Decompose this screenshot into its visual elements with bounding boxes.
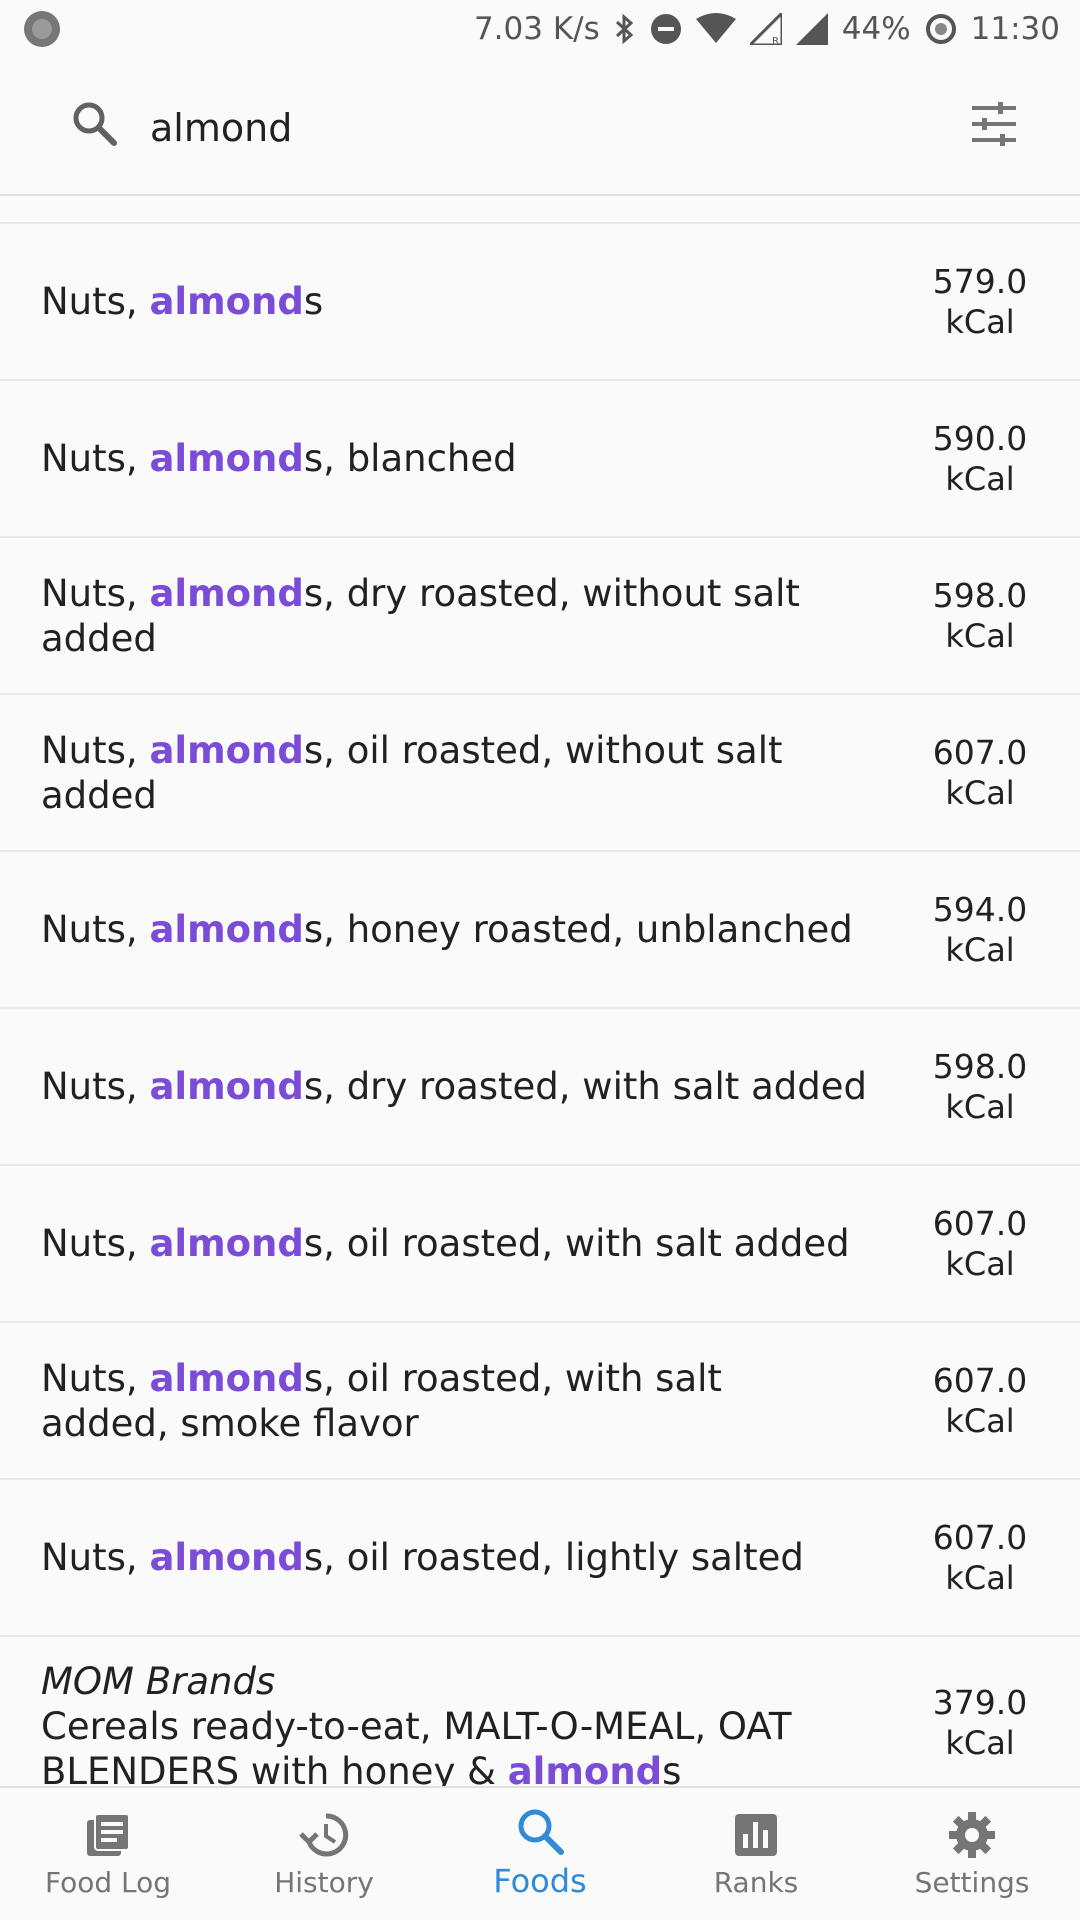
nav-ranks[interactable]: Ranks [648, 1788, 864, 1920]
kcal-value: 594.0 kCal [932, 889, 1028, 969]
match-highlight: almond [149, 1065, 304, 1108]
match-highlight: almond [149, 280, 304, 323]
bluetooth-icon [614, 13, 636, 45]
history-icon [299, 1810, 349, 1860]
search-bar [0, 58, 1080, 196]
nav-label: Settings [914, 1866, 1030, 1899]
match-highlight: almond [149, 908, 304, 951]
search-input[interactable] [150, 88, 930, 168]
food-name: Nuts, almonds, oil roasted, with salt ad… [41, 1356, 722, 1445]
nav-food-log[interactable]: Food Log [0, 1788, 216, 1920]
list-item[interactable]: Nuts, almonds 579.0 kCal [0, 224, 1080, 381]
results-list[interactable]: Nuts, almonds 579.0 kCal Nuts, almonds, b… [0, 196, 1080, 1786]
list-item[interactable]: Nuts, almonds, blanched 590.0 kCal [0, 381, 1080, 538]
food-name: Nuts, almonds, oil roasted, lightly salt… [41, 1536, 804, 1579]
nav-label: History [274, 1866, 374, 1899]
svg-text:R: R [772, 36, 779, 45]
kcal-value: 607.0 kCal [932, 1203, 1028, 1283]
search-icon [515, 1806, 565, 1856]
battery-icon [925, 13, 957, 45]
wifi-icon [695, 13, 736, 45]
kcal-value: 379.0 kCal [932, 1683, 1028, 1762]
screen-record-icon [24, 11, 60, 47]
kcal-value: 607.0 kCal [932, 1360, 1028, 1440]
match-highlight: almond [149, 728, 304, 772]
food-name: Nuts, almonds, oil roasted, with salt ad… [41, 1222, 850, 1265]
list-item[interactable]: Nuts, almonds, oil roasted, with salt ad… [0, 1323, 1080, 1480]
signal-roaming-icon: R [749, 13, 782, 45]
food-log-icon [83, 1810, 133, 1860]
filter-button[interactable] [964, 96, 1024, 156]
nav-settings[interactable]: Settings [864, 1788, 1080, 1920]
list-item[interactable]: Nuts, almonds, honey roasted, unblanched… [0, 852, 1080, 1009]
food-name: Nuts, almonds, honey roasted, unblanched [41, 908, 853, 951]
kcal-value: 607.0 kCal [932, 732, 1028, 812]
battery-percent: 44% [841, 11, 911, 47]
gear-icon [947, 1810, 997, 1860]
net-speed: 7.03 K/s [473, 11, 600, 47]
nav-foods[interactable]: Foods [432, 1788, 648, 1920]
food-name: Nuts, almonds, dry roasted, with salt ad… [41, 1065, 867, 1108]
kcal-value: 590.0 kCal [932, 418, 1028, 498]
list-item[interactable]: MOM Brands Cereals ready-to-eat, MALT-O-M… [0, 1637, 1080, 1786]
list-item[interactable]: Nuts, almonds, oil roasted, with salt ad… [0, 1166, 1080, 1323]
nav-label: Ranks [713, 1866, 799, 1899]
food-name: Nuts, almonds, dry roasted, without salt… [41, 571, 800, 660]
list-item[interactable]: Nuts, almonds, dry roasted, without salt… [0, 538, 1080, 695]
nav-label: Food Log [44, 1866, 172, 1899]
match-highlight: almond [149, 437, 304, 480]
nav-history[interactable]: History [216, 1788, 432, 1920]
nav-label: Foods [493, 1862, 587, 1900]
signal-icon [795, 13, 828, 45]
filter-sliders-icon [970, 102, 1018, 150]
bar-chart-icon [731, 1810, 781, 1860]
search-icon [70, 99, 118, 147]
match-highlight: almond [507, 1750, 663, 1786]
kcal-value: 598.0 kCal [932, 1046, 1028, 1126]
list-item[interactable]: Nuts, almonds, oil roasted, lightly salt… [0, 1480, 1080, 1637]
match-highlight: almond [149, 1536, 304, 1579]
clock: 11:30 [970, 11, 1060, 47]
list-item[interactable]: Nuts, almonds, dry roasted, with salt ad… [0, 1009, 1080, 1166]
kcal-value: 607.0 kCal [932, 1517, 1028, 1597]
list-item-partial [0, 196, 1080, 224]
match-highlight: almond [149, 1222, 304, 1265]
food-name: Nuts, almonds, blanched [41, 437, 517, 480]
status-bar: 7.03 K/s R 44% 11:30 [0, 0, 1080, 58]
match-highlight: almond [149, 571, 304, 615]
food-name: MOM Brands Cereals ready-to-eat, MALT-O-M… [41, 1659, 821, 1786]
food-name: Nuts, almonds, oil roasted, without salt… [41, 728, 783, 817]
match-highlight: almond [149, 1356, 304, 1400]
bottom-navigation: Food Log History Foods Ranks Settings [0, 1786, 1080, 1920]
do-not-disturb-icon [650, 13, 682, 45]
brand-name: MOM Brands [41, 1660, 276, 1703]
list-item[interactable]: Nuts, almonds, oil roasted, without salt… [0, 695, 1080, 852]
kcal-value: 579.0 kCal [932, 261, 1028, 341]
kcal-value: 598.0 kCal [932, 575, 1028, 655]
food-name: Nuts, almonds [41, 280, 324, 323]
